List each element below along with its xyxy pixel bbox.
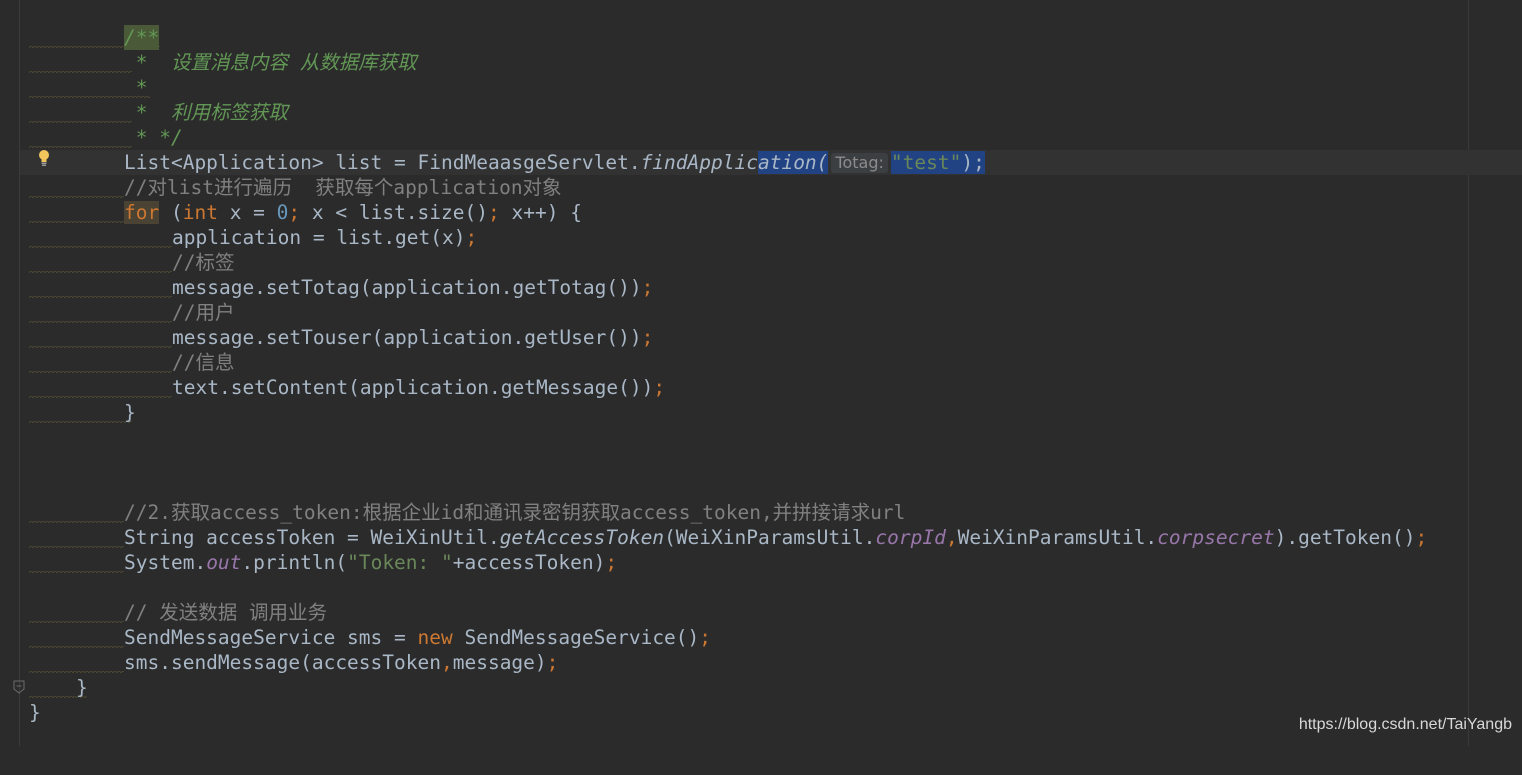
closing-brace: } <box>29 701 41 724</box>
code-segment: String accessToken = WeiXinUtil.getAcces… <box>124 526 1428 549</box>
line-comment: //2.获取access_token:根据企业id和通讯录密钥获取access_… <box>124 501 906 524</box>
code-segment: message.setTotag(application.getTotag())… <box>172 276 654 299</box>
parameter-hint: Totag: <box>831 153 888 173</box>
line-comment: // 发送数据 调用业务 <box>124 601 327 624</box>
code-line-find-application[interactable]: List<Application> list = FindMeaasgeServ… <box>0 150 1522 175</box>
empty-line[interactable] <box>0 425 1522 450</box>
code-line[interactable]: SendMessageService sms = new SendMessage… <box>0 625 1522 650</box>
code-segment: message.setTouser(application.getUser())… <box>172 326 654 349</box>
code-line[interactable]: * */ <box>0 125 1522 150</box>
empty-line[interactable] <box>0 450 1522 475</box>
line-comment: //信息 <box>172 351 235 374</box>
code-line[interactable]: message.setTouser(application.getUser())… <box>0 325 1522 350</box>
doc-comment-text: /** <box>124 25 160 50</box>
code-line[interactable]: System.out.println("Token: "+accessToken… <box>0 550 1522 575</box>
code-line[interactable]: } <box>0 675 1522 700</box>
code-segment: application = list.get(x); <box>172 226 478 249</box>
code-line[interactable]: //标签 <box>0 250 1522 275</box>
doc-comment-text: * */ <box>124 126 183 149</box>
code-line[interactable]: * <box>0 75 1522 100</box>
code-segment: SendMessageService sms = new SendMessage… <box>124 626 712 649</box>
code-line[interactable]: application = list.get(x); <box>0 225 1522 250</box>
code-line-for-loop[interactable]: for (int x = 0; x < list.size(); x++) { <box>0 200 1522 225</box>
line-comment: //对list进行遍历 获取每个application对象 <box>124 176 562 199</box>
empty-line[interactable] <box>0 575 1522 600</box>
code-line[interactable]: } <box>0 700 1522 725</box>
code-line[interactable]: * 利用标签获取 <box>0 100 1522 125</box>
code-line[interactable]: message.setTotag(application.getTotag())… <box>0 275 1522 300</box>
code-line[interactable]: // 发送数据 调用业务 <box>0 600 1522 625</box>
code-segment: text.setContent(application.getMessage()… <box>172 376 666 399</box>
watermark-text: https://blog.csdn.net/TaiYangb <box>1298 716 1512 733</box>
code-segment: sms.sendMessage(accessToken,message); <box>124 651 559 674</box>
code-line-doc-open[interactable]: /** <box>0 25 1522 50</box>
doc-comment-text: * 设置消息内容 从数据库获取 <box>124 51 417 74</box>
line-comment: //用户 <box>172 301 235 324</box>
line-comment: //标签 <box>172 251 235 274</box>
code-line-access-token[interactable]: String accessToken = WeiXinUtil.getAcces… <box>0 525 1522 550</box>
code-editor[interactable]: /** * 设置消息内容 从数据库获取 * * 利用标签获取 * */ List… <box>0 25 1522 725</box>
code-segment: for (int x = 0; x < list.size(); x++) { <box>124 201 582 224</box>
doc-comment-text: * 利用标签获取 <box>124 101 288 124</box>
closing-brace: } <box>124 401 136 424</box>
code-line[interactable]: //对list进行遍历 获取每个application对象 <box>0 175 1522 200</box>
doc-comment-text: * <box>124 76 148 99</box>
code-line[interactable]: //信息 <box>0 350 1522 375</box>
code-line[interactable]: //用户 <box>0 300 1522 325</box>
closing-brace: } <box>76 676 88 699</box>
code-line[interactable]: * 设置消息内容 从数据库获取 <box>0 50 1522 75</box>
code-segment: System.out.println("Token: "+accessToken… <box>124 551 618 574</box>
code-line[interactable]: text.setContent(application.getMessage()… <box>0 375 1522 400</box>
code-segment: List<Application> list = FindMeaasgeServ… <box>124 151 985 174</box>
code-line[interactable]: //2.获取access_token:根据企业id和通讯录密钥获取access_… <box>0 500 1522 525</box>
code-line[interactable]: sms.sendMessage(accessToken,message); <box>0 650 1522 675</box>
code-line[interactable]: } <box>0 400 1522 425</box>
empty-line[interactable] <box>0 475 1522 500</box>
